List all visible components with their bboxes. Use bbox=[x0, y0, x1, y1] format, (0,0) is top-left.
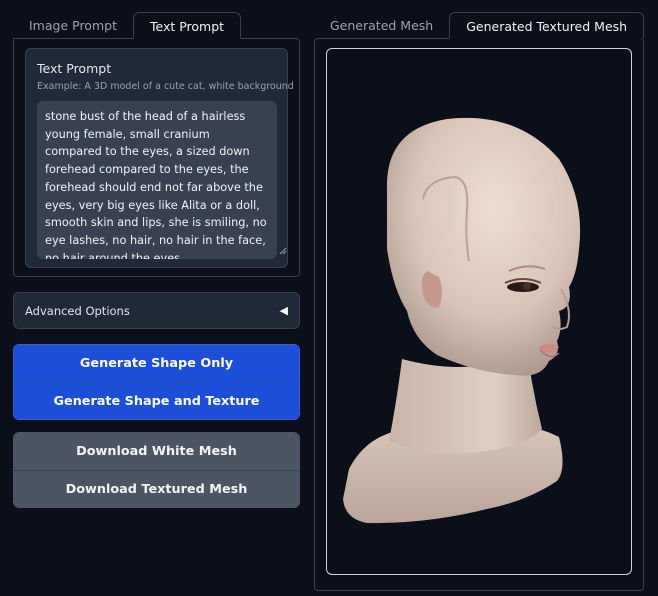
tab-image-prompt[interactable]: Image Prompt bbox=[13, 12, 133, 39]
tab-generated-textured-mesh[interactable]: Generated Textured Mesh bbox=[449, 12, 645, 39]
generate-button-group: Generate Shape Only Generate Shape and T… bbox=[13, 344, 300, 420]
output-tabs: Generated Mesh Generated Textured Mesh bbox=[314, 12, 645, 39]
prompt-label: Text Prompt bbox=[37, 61, 112, 76]
resize-handle-icon[interactable] bbox=[279, 247, 287, 255]
text-prompt-panel: Text Prompt Example: A 3D model of a cut… bbox=[13, 38, 300, 277]
download-textured-mesh-button[interactable]: Download Textured Mesh bbox=[14, 470, 299, 507]
advanced-options-toggle[interactable]: Advanced Options ◀ bbox=[13, 292, 300, 329]
prompt-textarea[interactable]: stone bust of the head of a hairless you… bbox=[37, 101, 277, 259]
text-prompt-block: Text Prompt Example: A 3D model of a cut… bbox=[25, 48, 294, 268]
mesh-viewer[interactable] bbox=[326, 48, 632, 575]
caret-left-icon: ◀ bbox=[279, 304, 288, 317]
input-tabs: Image Prompt Text Prompt bbox=[13, 12, 242, 39]
tab-text-prompt[interactable]: Text Prompt bbox=[132, 12, 242, 39]
download-white-mesh-button[interactable]: Download White Mesh bbox=[14, 433, 299, 470]
output-panel bbox=[314, 38, 644, 591]
textured-bust-render bbox=[343, 117, 581, 524]
advanced-options-label: Advanced Options bbox=[25, 303, 130, 318]
prompt-hint: Example: A 3D model of a cute cat, white… bbox=[37, 81, 294, 92]
tab-generated-mesh[interactable]: Generated Mesh bbox=[314, 12, 449, 39]
download-button-group: Download White Mesh Download Textured Me… bbox=[13, 432, 300, 508]
generate-shape-texture-button[interactable]: Generate Shape and Texture bbox=[14, 382, 299, 419]
generate-shape-only-button[interactable]: Generate Shape Only bbox=[14, 345, 299, 382]
